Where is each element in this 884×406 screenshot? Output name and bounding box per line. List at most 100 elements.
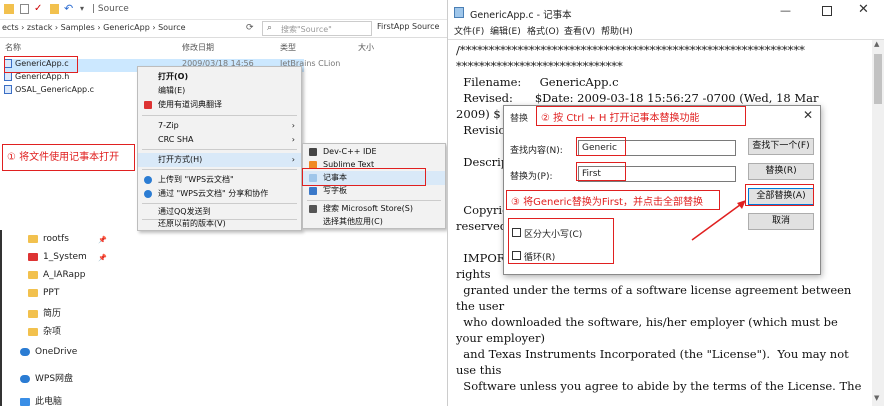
file-explorer-window: ✓ ↶ ▾ | Source ects › zstack › Samples ›… bbox=[0, 0, 447, 406]
c-file-icon bbox=[4, 85, 12, 94]
notepad-menubar: 文件(F) 编辑(E) 格式(O) 查看(V) 帮助(H) bbox=[448, 24, 884, 38]
file-name: GenericApp.h bbox=[15, 72, 70, 81]
window-title: | Source bbox=[92, 4, 129, 14]
vertical-scrollbar[interactable]: ▲ ▼ bbox=[872, 40, 884, 406]
cloud-upload-icon bbox=[144, 176, 152, 184]
find-label: 查找内容(N): bbox=[510, 146, 563, 156]
close-icon[interactable]: ✕ bbox=[803, 108, 813, 122]
highlight-find-box bbox=[576, 137, 626, 156]
column-headers: 名称 修改日期 类型 大小 bbox=[0, 40, 447, 54]
menubar-divider bbox=[448, 39, 884, 40]
context-menu: 打开(O) 编辑(E) 使用有道词典翻译 7-Zip › CRC SHA › 打开方… bbox=[137, 66, 302, 231]
breadcrumb: ects › zstack › Samples › GenericApp › S… bbox=[2, 23, 186, 32]
breadcrumb-fragment: FirstApp bbox=[377, 22, 410, 31]
menu-separator bbox=[142, 169, 297, 170]
menu-separator bbox=[307, 200, 441, 201]
dropdown-icon[interactable]: ▾ bbox=[80, 4, 84, 13]
submenu-item-store[interactable]: 搜索 Microsoft Store(S) bbox=[303, 202, 445, 216]
menu-view[interactable]: 查看(V) bbox=[564, 24, 595, 37]
dialog-title: 替换 bbox=[510, 114, 529, 124]
cloud-icon bbox=[20, 374, 30, 383]
file-name: OSAL_GenericApp.c bbox=[15, 85, 95, 94]
nav-item-resume[interactable]: 简历 bbox=[28, 306, 128, 324]
share-icon bbox=[144, 190, 152, 198]
nav-item-onedrive[interactable]: OneDrive bbox=[20, 347, 120, 365]
highlight-options-box bbox=[508, 218, 614, 264]
nav-item-misc[interactable]: 杂项 bbox=[28, 324, 128, 342]
search-icon: ⌕ bbox=[267, 23, 273, 33]
folder-icon bbox=[28, 270, 38, 279]
menu-item-wps-share[interactable]: 通过 "WPS云文档" 分享和协作 bbox=[138, 187, 301, 201]
submenu-item-devcpp[interactable]: Dev-C++ IDE bbox=[303, 145, 445, 159]
menu-format[interactable]: 格式(O) bbox=[527, 24, 559, 37]
submenu-item-wordpad[interactable]: 写字板 bbox=[303, 184, 445, 198]
menu-item-youdao[interactable]: 使用有道词典翻译 bbox=[138, 98, 301, 112]
search-placeholder: 搜索"Source" bbox=[281, 25, 332, 34]
search-input[interactable]: ⌕ 搜索"Source" bbox=[262, 21, 372, 36]
chevron-right-icon: › bbox=[291, 135, 295, 144]
menu-file[interactable]: 文件(F) bbox=[454, 24, 484, 37]
menu-item-wps-upload[interactable]: 上传到 "WPS云文档" bbox=[138, 173, 301, 187]
annotation-arrow bbox=[691, 200, 746, 241]
new-folder-icon[interactable] bbox=[50, 4, 59, 14]
folder-icon bbox=[28, 234, 38, 243]
pin-icon: 📌 bbox=[98, 236, 107, 244]
menu-item-open[interactable]: 打开(O) bbox=[138, 70, 301, 84]
open-with-submenu: Dev-C++ IDE Sublime Text 记事本 写字板 搜索 Micr… bbox=[302, 143, 446, 229]
folder-icon bbox=[28, 252, 38, 261]
nav-item-1-system[interactable]: 1_System bbox=[28, 252, 128, 270]
menu-item-restore[interactable]: 还原以前的版本(V) bbox=[138, 217, 301, 231]
folder-icon bbox=[28, 327, 38, 336]
menu-item-edit[interactable]: 编辑(E) bbox=[138, 84, 301, 98]
menu-item-crc-sha[interactable]: CRC SHA › bbox=[138, 133, 301, 147]
nav-item-ppt[interactable]: PPT bbox=[28, 288, 128, 306]
breadcrumb-fragment-2: Source bbox=[412, 22, 440, 31]
menu-separator bbox=[142, 149, 297, 150]
h-file-icon bbox=[4, 72, 12, 81]
computer-icon bbox=[20, 397, 30, 406]
checkmark-icon[interactable]: ✓ bbox=[34, 3, 42, 14]
undo-icon[interactable]: ↶ bbox=[64, 2, 73, 15]
properties-icon[interactable] bbox=[20, 4, 29, 14]
pin-icon: 📌 bbox=[98, 254, 107, 262]
menu-edit[interactable]: 编辑(E) bbox=[490, 24, 521, 37]
highlight-replace-box bbox=[576, 162, 626, 181]
submenu-item-other[interactable]: 选择其他应用(C) bbox=[303, 215, 445, 229]
menu-separator bbox=[142, 203, 297, 204]
maximize-icon[interactable] bbox=[822, 6, 832, 16]
scroll-up-icon[interactable]: ▲ bbox=[874, 40, 879, 48]
store-icon bbox=[309, 205, 317, 213]
menu-item-7zip[interactable]: 7-Zip › bbox=[138, 119, 301, 133]
notepad-titlebar: GenericApp.c - 记事本 — ✕ bbox=[448, 0, 884, 24]
folder-icon bbox=[28, 309, 38, 318]
window-title: GenericApp.c - 记事本 bbox=[470, 10, 572, 21]
menu-help[interactable]: 帮助(H) bbox=[601, 24, 633, 37]
nav-item-wps[interactable]: WPS网盘 bbox=[20, 371, 120, 389]
devcpp-icon bbox=[309, 148, 317, 156]
find-next-button[interactable]: 查找下一个(F) bbox=[748, 138, 814, 155]
close-icon[interactable]: ✕ bbox=[858, 2, 869, 17]
replace-label: 替换为(P): bbox=[510, 172, 553, 182]
nav-item-a-iarapp[interactable]: A_IARapp bbox=[28, 270, 128, 288]
column-type[interactable]: 类型 bbox=[280, 42, 296, 53]
scroll-down-icon[interactable]: ▼ bbox=[874, 394, 879, 402]
minimize-icon[interactable]: — bbox=[780, 4, 791, 17]
arrow-line bbox=[691, 201, 745, 241]
highlight-file-box bbox=[4, 56, 78, 73]
column-name[interactable]: 名称 bbox=[5, 42, 21, 53]
refresh-icon[interactable]: ⟳ bbox=[246, 23, 254, 33]
column-size[interactable]: 大小 bbox=[358, 42, 374, 53]
menu-item-open-with[interactable]: 打开方式(H) › bbox=[138, 153, 301, 167]
wordpad-icon bbox=[309, 187, 317, 195]
notepad-icon bbox=[454, 7, 464, 18]
youdao-icon bbox=[144, 101, 152, 109]
annotation-step2: ② 按 Ctrl + H 打开记事本替换功能 bbox=[536, 106, 746, 126]
nav-item-rootfs[interactable]: rootfs bbox=[28, 234, 128, 252]
scroll-thumb[interactable] bbox=[874, 54, 882, 104]
nav-item-this-pc[interactable]: 此电脑 bbox=[20, 394, 120, 406]
arrow-head bbox=[737, 200, 746, 209]
replace-button[interactable]: 替换(R) bbox=[748, 163, 814, 180]
chevron-right-icon: › bbox=[291, 155, 295, 164]
column-modified[interactable]: 修改日期 bbox=[182, 42, 214, 53]
menu-separator bbox=[142, 115, 297, 116]
